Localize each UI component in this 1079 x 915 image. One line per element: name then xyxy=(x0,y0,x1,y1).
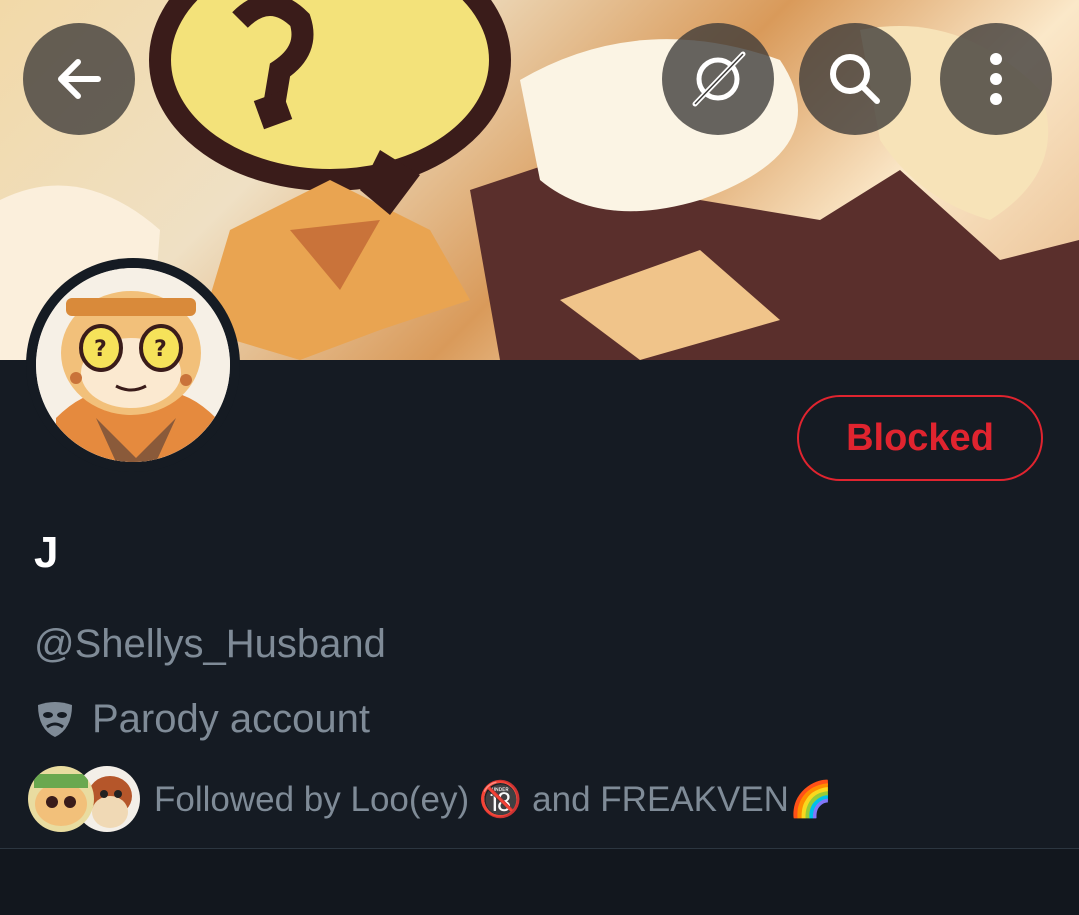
profile-avatar[interactable]: ? ? xyxy=(26,258,240,472)
grok-button[interactable] xyxy=(662,23,774,135)
svg-text:?: ? xyxy=(154,337,167,362)
search-button[interactable] xyxy=(799,23,911,135)
arrow-left-icon xyxy=(58,59,101,99)
profile-handle: @Shellys_Husband xyxy=(34,622,386,666)
avatar-image: ? ? xyxy=(36,268,230,462)
followed-by-row[interactable]: Followed by Loo(ey) 🔞 and FREAKVEN🌈 xyxy=(28,765,833,833)
display-name: J xyxy=(34,528,59,577)
search-icon xyxy=(830,54,880,104)
theater-masks-icon xyxy=(38,701,72,737)
back-button[interactable] xyxy=(23,23,135,135)
parody-label: Parody account xyxy=(34,697,370,742)
svg-text:?: ? xyxy=(94,337,107,362)
more-button[interactable] xyxy=(940,23,1052,135)
follower-avatar xyxy=(28,766,94,832)
more-vertical-icon xyxy=(990,53,1002,105)
blocked-button[interactable]: Blocked xyxy=(797,395,1043,481)
content-area xyxy=(0,849,1079,915)
followed-by-text: Followed by Loo(ey) 🔞 and FREAKVEN🌈 xyxy=(154,779,833,819)
grok-icon xyxy=(692,51,746,107)
parody-label-text: Parody account xyxy=(92,697,370,741)
